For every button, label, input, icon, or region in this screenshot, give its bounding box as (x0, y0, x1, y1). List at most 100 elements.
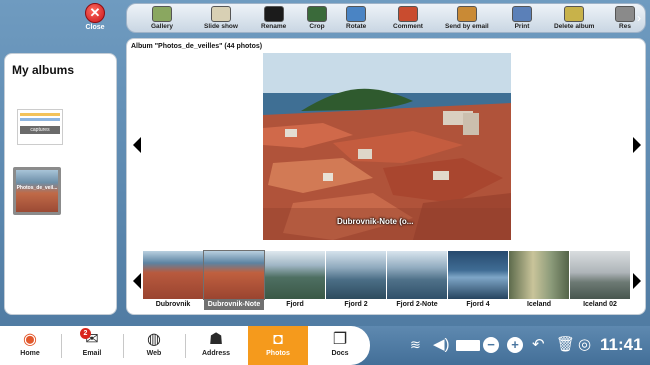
thumbnail-image (326, 251, 386, 299)
globe-icon: ◍ (147, 331, 161, 348)
photo-toolbar: Gallery Slide show Rename Crop Rotate Co… (126, 3, 646, 33)
album-photos-de-veilles[interactable]: Photos_de_veil... (13, 167, 61, 215)
thumbnail-strip: Dubrovnik Dubrovnik-Note Fjord Fjord 2 F… (143, 250, 631, 313)
app-launcher: ◉ Home ✉ 2 Email ◍ Web ☗ Address ◘ Photo… (0, 326, 370, 365)
delete-album-icon (564, 6, 585, 22)
photos-label: Photos (266, 350, 290, 357)
camera-icon: ◘ (273, 331, 283, 348)
rename-button[interactable]: Rename (261, 6, 286, 30)
clock: 11:41 (600, 335, 643, 354)
gallery-icon (152, 6, 173, 22)
thumbnail-label: Dubrovnik (155, 301, 191, 308)
wifi-icon[interactable]: ≋ (410, 337, 421, 353)
restore-icon (615, 6, 635, 22)
thumbnail-image (143, 251, 203, 299)
thumbnail-item[interactable]: Iceland 02 (570, 251, 630, 310)
album-captures-label: captures (20, 126, 60, 134)
web-label: Web (146, 350, 162, 357)
crop-label: Crop (309, 23, 325, 30)
rename-label: Rename (261, 23, 287, 30)
crop-button[interactable]: Crop (307, 6, 327, 30)
documents-icon: ❐ (332, 331, 348, 348)
rename-icon (263, 6, 284, 22)
taskbar: ◉ Home ✉ 2 Email ◍ Web ☗ Address ◘ Photo… (0, 326, 650, 365)
gallery-button[interactable]: Gallery (151, 6, 173, 30)
albums-panel: My albums captures Photos_de_veil... (4, 53, 117, 315)
photo-caption: Dubrovnik-Note (o... (337, 217, 414, 226)
address-book-icon: ☗ (208, 331, 224, 348)
print-label: Print (514, 23, 530, 30)
docs-button[interactable]: ❐ Docs (310, 326, 370, 365)
strip-next-button[interactable] (633, 273, 641, 289)
slideshow-label: Slide show (204, 23, 238, 30)
address-label: Address (201, 350, 230, 357)
album-captures[interactable]: captures (17, 109, 63, 145)
thumbnail-label: Fjord 2 (344, 301, 368, 308)
thumbnail-item[interactable]: Fjord 2-Note (387, 251, 447, 310)
thumbnail-image (570, 251, 630, 299)
thumbnail-label: Fjord 4 (466, 301, 490, 308)
slideshow-icon (210, 6, 231, 22)
comment-icon (397, 6, 418, 22)
slideshow-button[interactable]: Slide show (204, 6, 238, 30)
zoom-out-icon[interactable]: − (483, 337, 499, 353)
thumbnail-image (509, 251, 569, 299)
album-viewer: Album "Photos_de_veilles" (44 photos) Du… (126, 38, 646, 315)
send-email-button[interactable]: Send by email (445, 6, 489, 30)
rotate-label: Rotate (346, 23, 367, 30)
email-button[interactable]: ✉ 2 Email (62, 326, 122, 365)
web-button[interactable]: ◍ Web (124, 326, 184, 365)
next-photo-button[interactable] (633, 137, 641, 153)
restore-button[interactable]: Res (615, 6, 635, 30)
delete-album-button[interactable]: Delete album (554, 6, 594, 30)
rotate-button[interactable]: Rotate (346, 6, 366, 30)
thumbnail-item[interactable]: Fjord 4 (448, 251, 508, 310)
thumbnail-item[interactable]: Fjord 2 (326, 251, 386, 310)
print-button[interactable]: Print (512, 6, 532, 30)
close-label: Close (85, 24, 105, 31)
volume-icon[interactable]: ◀) (433, 337, 450, 353)
rotate-icon (346, 6, 367, 22)
home-label: Home (20, 350, 40, 357)
album-title: Album "Photos_de_veilles" (44 photos) (131, 43, 263, 50)
thumbnail-label: Fjord (286, 301, 304, 308)
home-icon: ◉ (23, 331, 37, 348)
thumbnail-label: Iceland (526, 301, 552, 308)
close-icon: ✕ (85, 3, 105, 23)
email-icon (456, 6, 477, 22)
thumbnail-item-selected[interactable]: Dubrovnik-Note (203, 250, 265, 310)
previous-photo-button[interactable] (133, 137, 141, 153)
thumbnail-item[interactable]: Iceland (509, 251, 569, 310)
thumbnail-item[interactable]: Dubrovnik (143, 251, 203, 310)
print-icon (512, 6, 532, 22)
delete-album-label: Delete album (554, 23, 595, 30)
trash-icon[interactable]: 🗑 (556, 337, 575, 353)
address-button[interactable]: ☗ Address (186, 326, 246, 365)
help-icon[interactable]: ◎ (578, 337, 591, 353)
strip-previous-button[interactable] (133, 273, 141, 289)
thumbnail-label: Fjord 2-Note (396, 301, 438, 308)
docs-label: Docs (331, 350, 349, 357)
crop-icon (307, 6, 327, 22)
thumbnail-label: Dubrovnik-Note (204, 300, 264, 310)
photos-button[interactable]: ◘ Photos (248, 326, 308, 365)
thumbnail-image (265, 251, 325, 299)
comment-button[interactable]: Comment (393, 6, 423, 30)
comment-label: Comment (393, 23, 423, 30)
main-photo[interactable]: Dubrovnik-Note (o... (263, 53, 511, 240)
email-badge: 2 (80, 328, 91, 339)
album-cover-image: Photos_de_veil... (16, 170, 58, 212)
thumbnail-image (448, 251, 508, 299)
thumbnail-item[interactable]: Fjord (265, 251, 325, 310)
thumbnail-image (203, 250, 265, 300)
dubrovnik-photo (263, 53, 511, 240)
albums-title: My albums (12, 63, 75, 77)
back-icon[interactable]: ↶ (532, 337, 545, 353)
send-email-label: Send by email (445, 23, 489, 30)
thumbnail-label: Iceland 02 (583, 301, 617, 308)
chevron-right-icon[interactable]: › (637, 11, 641, 25)
close-button[interactable]: ✕ Close (80, 3, 110, 31)
zoom-in-icon[interactable]: + (507, 337, 523, 353)
home-button[interactable]: ◉ Home (0, 326, 60, 365)
album-photos-label: Photos_de_veil... (16, 185, 58, 191)
